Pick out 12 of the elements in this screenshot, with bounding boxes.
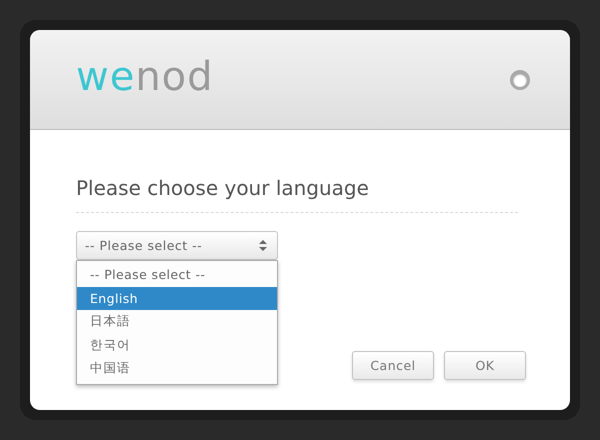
dropdown-option[interactable]: 日本語: [77, 310, 277, 334]
logo: wenod: [76, 56, 214, 102]
cancel-button[interactable]: Cancel: [352, 351, 434, 380]
dropdown-option[interactable]: -- Please select --: [77, 263, 277, 286]
sort-icon: [259, 240, 267, 251]
ok-button[interactable]: OK: [444, 351, 526, 380]
dropdown-option[interactable]: 한국어: [77, 334, 277, 357]
heading: Please choose your language: [76, 176, 370, 200]
language-select[interactable]: -- Please select --: [76, 231, 278, 260]
dropdown-option[interactable]: English: [77, 286, 277, 310]
dropdown-option[interactable]: 中国语: [77, 357, 277, 380]
ring-icon[interactable]: [510, 70, 530, 90]
